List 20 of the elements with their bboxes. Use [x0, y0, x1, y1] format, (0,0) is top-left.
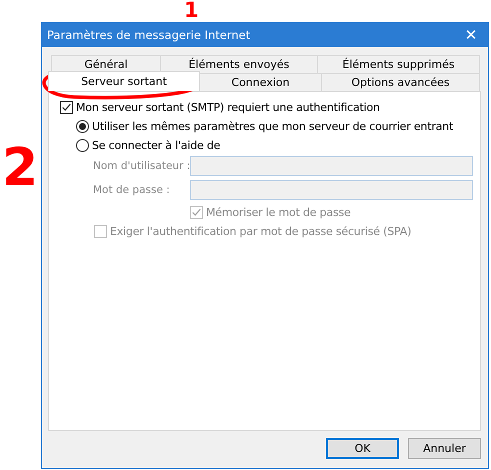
- field-label: Nom d'utilisateur :: [93, 160, 190, 172]
- radio-label: Utiliser les mêmes paramètres que mon serveur de courrier entrant: [92, 120, 454, 132]
- dialog-button[interactable]: OK: [326, 438, 399, 459]
- annotation-number: 2: [2, 142, 38, 194]
- close-button[interactable]: ✕: [454, 23, 488, 47]
- tab[interactable]: Éléments supprimés: [317, 55, 480, 73]
- checkbox-label: Mémoriser le mot de passe: [206, 206, 351, 218]
- radio-button[interactable]: [76, 138, 89, 152]
- tab[interactable]: Options avancées: [321, 73, 480, 91]
- checkbox[interactable]: [60, 100, 73, 114]
- checkbox-label: Exiger l'authentification par mot de passe sécurisé (SPA): [110, 224, 412, 238]
- tab[interactable]: Éléments envoyés: [160, 55, 318, 73]
- window-title: Paramètres de messagerie Internet: [47, 28, 250, 42]
- dialog-button[interactable]: Annuler: [408, 438, 481, 459]
- radio-label: Se connecter à l'aide de: [92, 138, 220, 152]
- tab[interactable]: Serveur sortant: [48, 71, 200, 91]
- annotation-number: 1: [184, 0, 199, 21]
- checkbox-label: Mon serveur sortant (SMTP) requiert une authentification: [76, 100, 380, 114]
- field-label: Mot de passe :: [93, 184, 171, 196]
- radio-button[interactable]: [76, 120, 89, 132]
